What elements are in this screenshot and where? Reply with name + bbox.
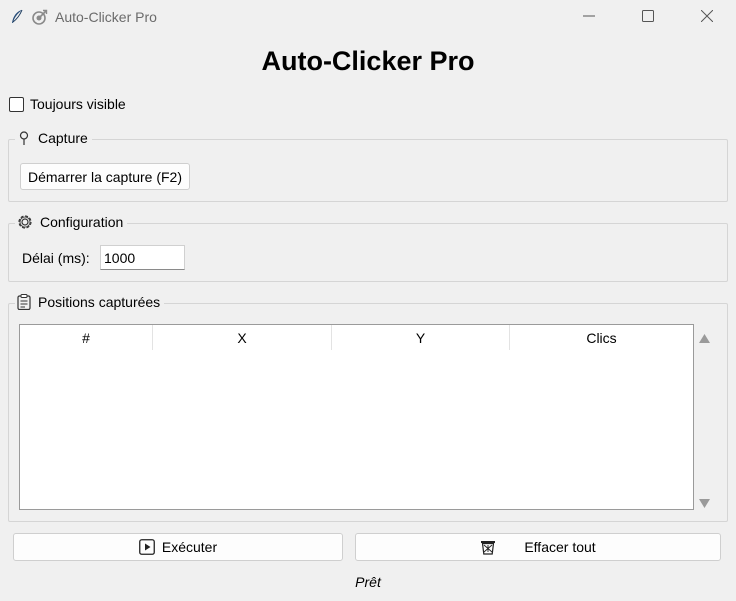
maximize-icon	[642, 9, 654, 25]
delay-input[interactable]: 1000	[100, 245, 185, 270]
status-text: Prêt	[355, 574, 381, 590]
capture-group-title: Capture	[15, 130, 92, 146]
minimize-icon	[583, 9, 595, 25]
play-icon	[138, 539, 155, 555]
table-header: # X Y Clics	[20, 325, 693, 350]
capture-group: Capture Démarrer la capture (F2)	[8, 130, 728, 202]
clear-all-label: Effacer tout	[524, 539, 596, 555]
column-header-clicks[interactable]: Clics	[510, 325, 693, 350]
start-capture-button[interactable]: Démarrer la capture (F2)	[20, 163, 190, 190]
execute-button[interactable]: Exécuter	[13, 533, 343, 561]
clear-all-button[interactable]: Effacer tout	[355, 533, 721, 561]
clipboard-icon	[17, 294, 38, 310]
always-on-top-label: Toujours visible	[30, 96, 126, 112]
minimize-button[interactable]	[560, 0, 618, 34]
gear-icon	[17, 214, 40, 230]
configuration-group-label: Configuration	[40, 214, 124, 230]
always-on-top-checkbox[interactable]: Toujours visible	[9, 96, 126, 112]
positions-table[interactable]: # X Y Clics	[19, 324, 694, 510]
scroll-up-icon[interactable]	[699, 330, 710, 343]
configuration-group-title: Configuration	[15, 214, 128, 230]
trash-icon	[480, 539, 496, 555]
scroll-down-icon[interactable]	[699, 495, 710, 508]
close-button[interactable]	[678, 0, 736, 34]
positions-group-label: Positions capturées	[38, 294, 161, 310]
column-header-index[interactable]: #	[20, 325, 153, 350]
checkbox-box[interactable]	[9, 96, 24, 112]
close-icon	[700, 9, 714, 25]
configuration-group: Configuration Délai (ms): 1000	[8, 214, 728, 282]
execute-label: Exécuter	[161, 539, 218, 555]
feather-icon	[8, 8, 26, 26]
pin-icon	[17, 131, 38, 145]
start-capture-label: Démarrer la capture (F2)	[27, 168, 183, 185]
delay-label: Délai (ms):	[22, 250, 90, 266]
capture-group-label: Capture	[38, 130, 88, 146]
window-title: Auto-Clicker Pro	[55, 9, 157, 25]
target-icon	[32, 9, 48, 25]
column-header-x[interactable]: X	[153, 325, 332, 350]
page-title: Auto-Clicker Pro	[261, 46, 475, 76]
maximize-button[interactable]	[619, 0, 677, 34]
title-bar: Auto-Clicker Pro	[0, 0, 736, 34]
positions-group-title: Positions capturées	[15, 294, 165, 310]
column-header-y[interactable]: Y	[332, 325, 510, 350]
